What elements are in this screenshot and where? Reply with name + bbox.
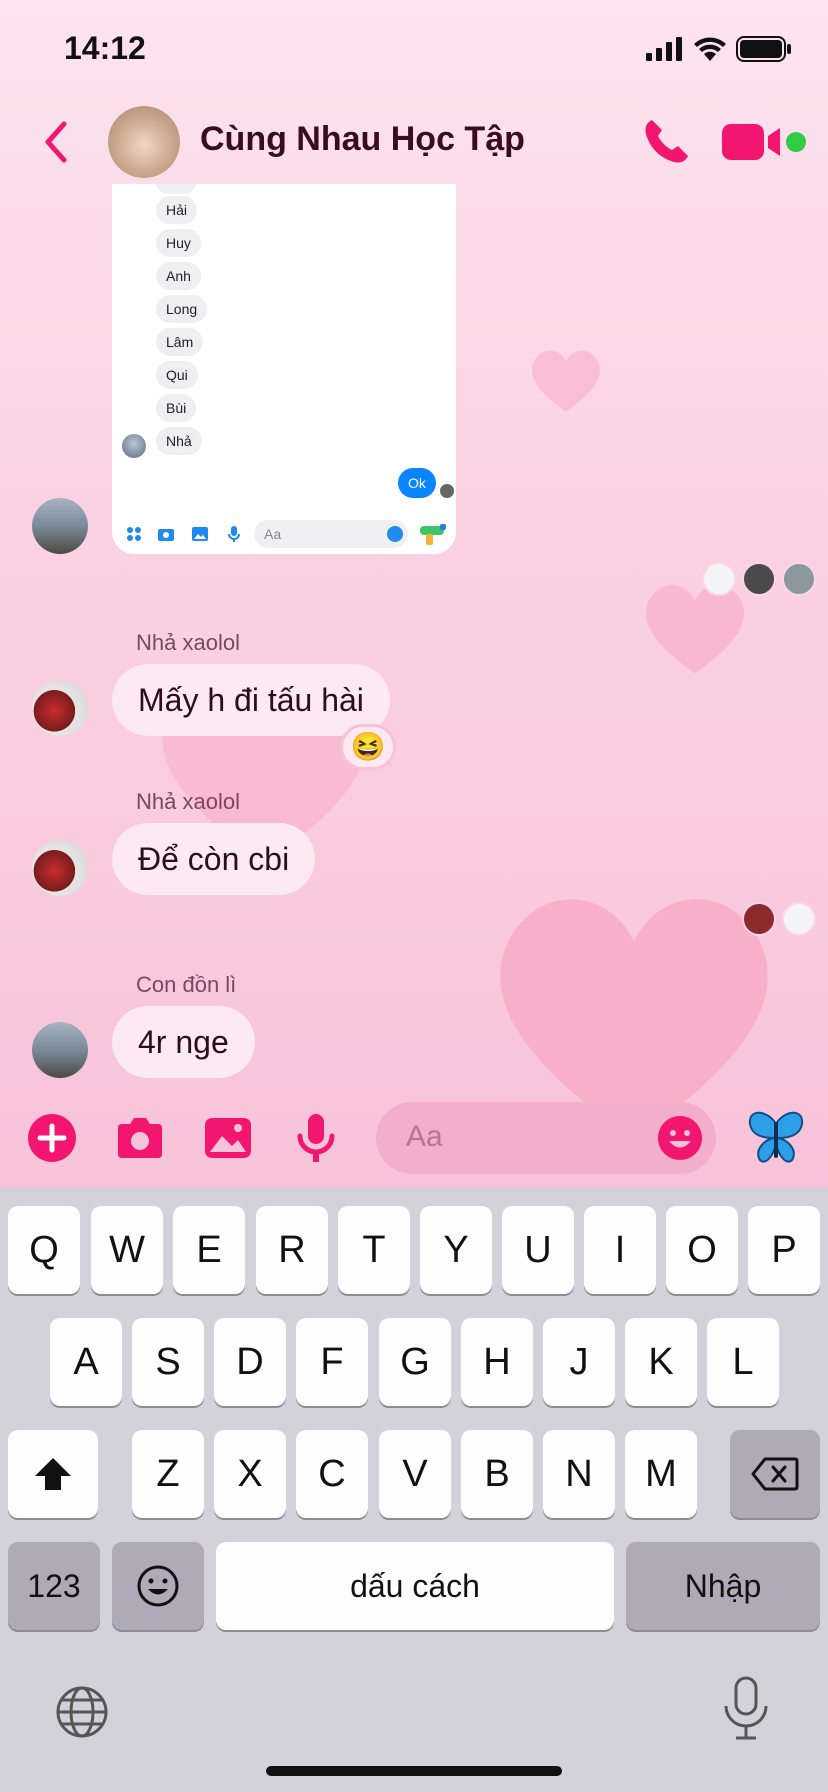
screenshot-seen-avatar	[440, 484, 454, 498]
key-j[interactable]: J	[543, 1318, 615, 1406]
message-composer: Aa	[0, 1096, 828, 1182]
sender-avatar[interactable]	[32, 840, 88, 896]
message-input[interactable]: Aa	[376, 1102, 716, 1174]
key-h[interactable]: H	[461, 1318, 533, 1406]
camera-icon	[158, 529, 174, 541]
status-bar: 14:12	[0, 0, 828, 100]
screenshot-reply-bubble: Ok	[398, 468, 436, 498]
online-status-dot	[786, 132, 806, 152]
key-f[interactable]: F	[296, 1318, 368, 1406]
microphone-icon	[228, 526, 240, 542]
camera-button[interactable]	[112, 1110, 168, 1166]
sender-avatar[interactable]	[32, 498, 88, 554]
emoji-button[interactable]	[658, 1116, 702, 1160]
battery-icon	[736, 36, 791, 62]
message-input-placeholder: Aa	[406, 1120, 443, 1153]
message-bubble[interactable]: 4r nge	[112, 1006, 255, 1078]
key-r[interactable]: R	[256, 1206, 328, 1294]
key-w[interactable]: W	[91, 1206, 163, 1294]
key-m[interactable]: M	[625, 1430, 697, 1518]
message-bubble[interactable]: Để còn cbi	[112, 823, 316, 895]
key-z[interactable]: Z	[132, 1430, 204, 1518]
screenshot-name-chip: Nhả	[156, 427, 202, 455]
sender-name: Con đồn lì	[136, 972, 237, 997]
key-e[interactable]: E	[173, 1206, 245, 1294]
key-x[interactable]: X	[214, 1430, 286, 1518]
key-d[interactable]: D	[214, 1318, 286, 1406]
sender-avatar[interactable]	[32, 680, 88, 736]
butterfly-reaction-button[interactable]	[746, 1110, 806, 1166]
chat-title[interactable]: Cùng Nhau Học Tập	[200, 120, 525, 159]
status-icons	[646, 36, 792, 62]
shared-screenshot-image[interactable]: Hải Huy Anh Long Lâm Qui Bùi Nhả Ok Aa	[112, 184, 456, 554]
key-k[interactable]: K	[625, 1318, 697, 1406]
return-key[interactable]: Nhập	[626, 1542, 820, 1630]
screenshot-name-chip: Anh	[156, 262, 201, 290]
group-avatar[interactable]	[108, 106, 180, 178]
seen-receipt-avatar	[742, 902, 776, 936]
add-button[interactable]	[24, 1110, 80, 1166]
emoji-keyboard-key[interactable]	[112, 1542, 204, 1630]
seen-receipt-avatar	[702, 562, 736, 596]
screenshot-name-chip	[156, 184, 196, 194]
water-gun-icon	[420, 524, 446, 545]
seen-receipt-avatar	[782, 902, 816, 936]
chat-header: Cùng Nhau Học Tập	[0, 100, 828, 184]
dictation-microphone-icon[interactable]	[720, 1676, 772, 1740]
seen-receipt-avatar	[782, 562, 816, 596]
status-time: 14:12	[64, 30, 146, 66]
key-o[interactable]: O	[666, 1206, 738, 1294]
video-call-button[interactable]	[722, 122, 788, 162]
screenshot-name-chip: Lâm	[156, 328, 204, 356]
emoji-icon	[137, 1565, 179, 1607]
shift-key[interactable]	[8, 1430, 98, 1518]
globe-icon[interactable]	[54, 1684, 110, 1740]
heart-decoration	[532, 350, 600, 412]
screenshot-name-chip: Qui	[156, 361, 198, 389]
screenshot-input: Aa	[254, 520, 408, 548]
screenshot-name-chip: Bùi	[156, 394, 197, 422]
key-v[interactable]: V	[379, 1430, 451, 1518]
screenshot-avatar	[122, 434, 146, 458]
shift-arrow-icon	[35, 1458, 71, 1490]
backspace-icon	[751, 1457, 799, 1491]
sender-name: Nhả xaolol	[136, 630, 240, 655]
backspace-key[interactable]	[730, 1430, 820, 1518]
sender-avatar[interactable]	[32, 1022, 88, 1078]
key-q[interactable]: Q	[8, 1206, 80, 1294]
key-n[interactable]: N	[543, 1430, 615, 1518]
key-c[interactable]: C	[296, 1430, 368, 1518]
home-indicator	[266, 1766, 562, 1776]
apps-grid-icon	[127, 527, 141, 541]
back-button[interactable]	[36, 114, 76, 170]
message-bubble[interactable]: Mấy h đi tấu hài	[112, 664, 390, 736]
screenshot-name-chip: Long	[156, 295, 208, 323]
screenshot-name-chip: Hải	[156, 196, 198, 224]
key-s[interactable]: S	[132, 1318, 204, 1406]
cellular-signal-icon	[646, 37, 682, 61]
gallery-icon	[192, 527, 208, 541]
key-y[interactable]: Y	[420, 1206, 492, 1294]
gallery-button[interactable]	[200, 1110, 256, 1166]
key-u[interactable]: U	[502, 1206, 574, 1294]
key-l[interactable]: L	[707, 1318, 779, 1406]
key-i[interactable]: I	[584, 1206, 656, 1294]
space-key[interactable]: dấu cách	[216, 1542, 614, 1630]
heart-decoration	[645, 585, 745, 674]
key-b[interactable]: B	[461, 1430, 533, 1518]
message-reaction[interactable]: 😆	[340, 724, 396, 770]
key-g[interactable]: G	[379, 1318, 451, 1406]
phone-call-button[interactable]	[638, 114, 694, 170]
key-a[interactable]: A	[50, 1318, 122, 1406]
emoji-icon	[387, 526, 403, 542]
numbers-key[interactable]: 123	[8, 1542, 100, 1630]
screenshot-composer: Aa	[112, 514, 456, 554]
key-t[interactable]: T	[338, 1206, 410, 1294]
wifi-icon	[694, 37, 726, 61]
voice-message-button[interactable]	[288, 1110, 344, 1166]
screenshot-name-chip: Huy	[156, 229, 201, 257]
sender-name: Nhả xaolol	[136, 789, 240, 814]
seen-receipt-avatar	[742, 562, 776, 596]
key-p[interactable]: P	[748, 1206, 820, 1294]
